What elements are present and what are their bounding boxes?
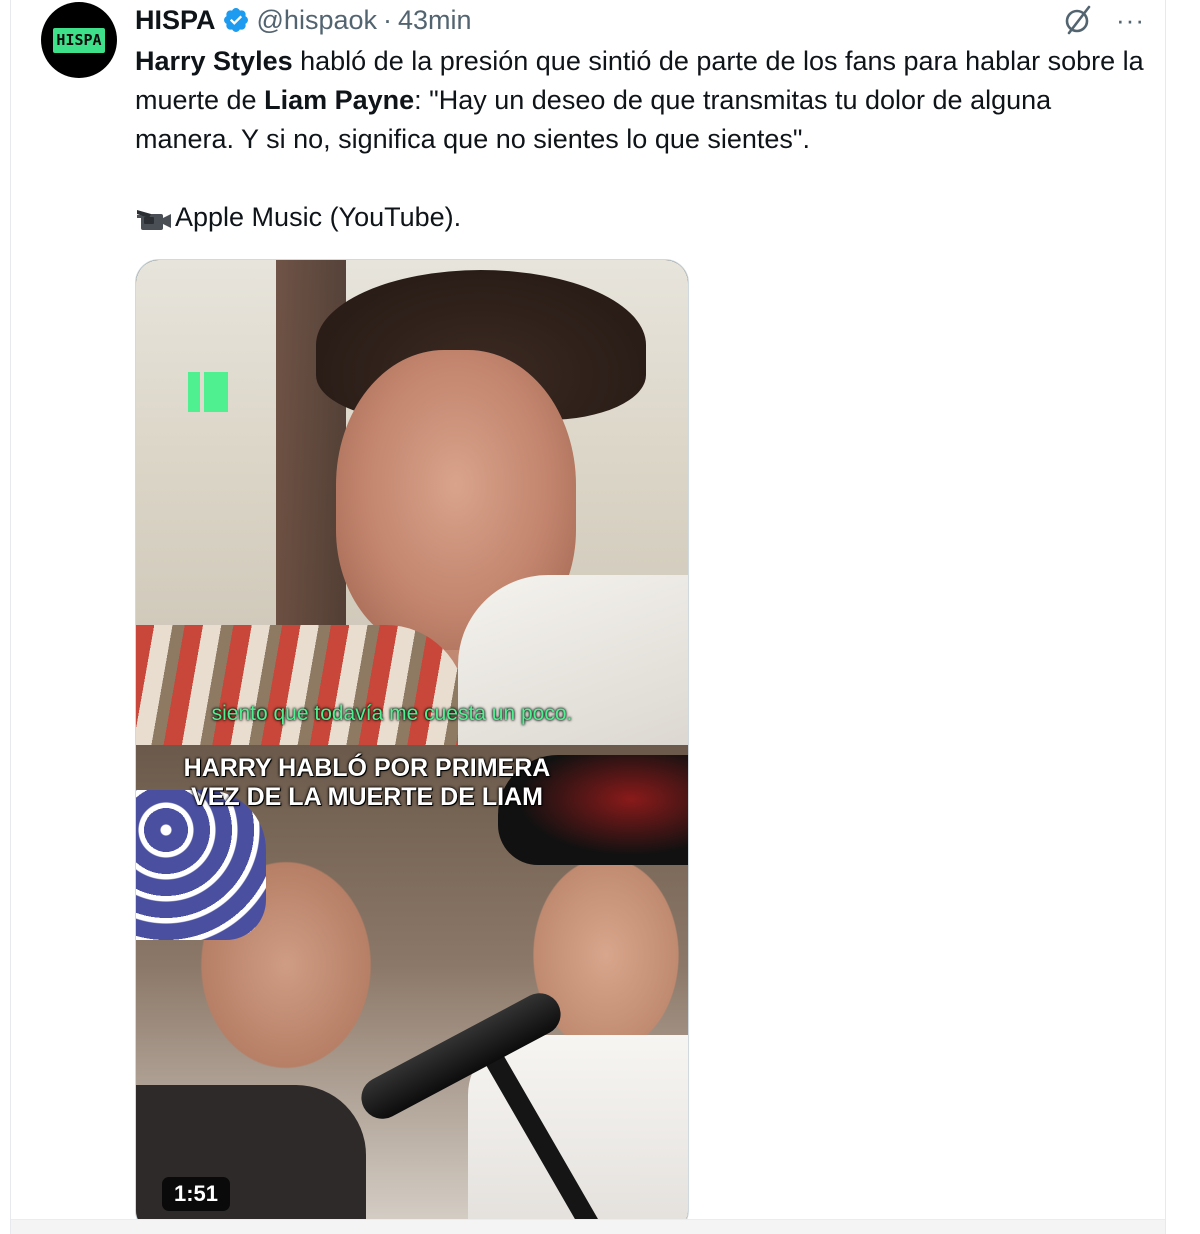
video-frame-bottom [136, 745, 688, 1233]
timestamp[interactable]: 43min [398, 5, 472, 36]
avatar[interactable]: HISPA [41, 2, 117, 78]
more-dots-icon[interactable]: ··· [1116, 7, 1145, 33]
tweet-header: HISPA @hispaok · 43min [135, 2, 472, 38]
headline-line-2: VEZ DE LA MUERTE DE LIAM [191, 783, 543, 811]
video-frame-top: siento que todavía me cuesta un poco. [136, 260, 688, 745]
sweater-shape [136, 625, 466, 745]
tweet-paragraph: Harry Styles habló de la presión que sin… [135, 42, 1145, 159]
source-line: Apple Music (YouTube). [135, 198, 461, 237]
video-camera-icon [135, 202, 173, 234]
star-bandana-shape [136, 790, 266, 940]
headline-line-1: HARRY HABLÓ POR PRIMERA [183, 754, 551, 782]
source-text: Apple Music (YouTube). [175, 202, 462, 232]
author-handle[interactable]: @hispaok [257, 5, 377, 36]
author-name[interactable]: HISPA [135, 5, 216, 36]
avatar-logo: HISPA [53, 27, 105, 53]
video-player[interactable]: siento que todavía me cuesta un poco. HA… [135, 259, 689, 1234]
left-shirt-shape [136, 1085, 366, 1233]
mention-liam-payne: Liam Payne [264, 85, 415, 115]
verified-badge-icon [222, 6, 250, 34]
tweet-card[interactable]: HISPA HISPA @hispaok · 43min ··· Harry S… [10, 0, 1166, 1234]
separator-dot: · [383, 4, 392, 35]
video-duration-badge: 1:51 [162, 1177, 231, 1211]
tweet-text: Harry Styles habló de la presión que sin… [135, 42, 1145, 159]
hispa-h-logo-icon [188, 372, 232, 412]
mention-harry-styles: Harry Styles [135, 46, 293, 76]
tweet-actions: ··· [1062, 2, 1145, 38]
grok-slash-icon[interactable] [1062, 4, 1094, 36]
bottom-divider [11, 1219, 1165, 1234]
video-headline: HARRY HABLÓ POR PRIMERA VEZ DE LA MUERTE… [136, 754, 688, 812]
video-subtitle: siento que todavía me cuesta un poco. [211, 702, 573, 725]
